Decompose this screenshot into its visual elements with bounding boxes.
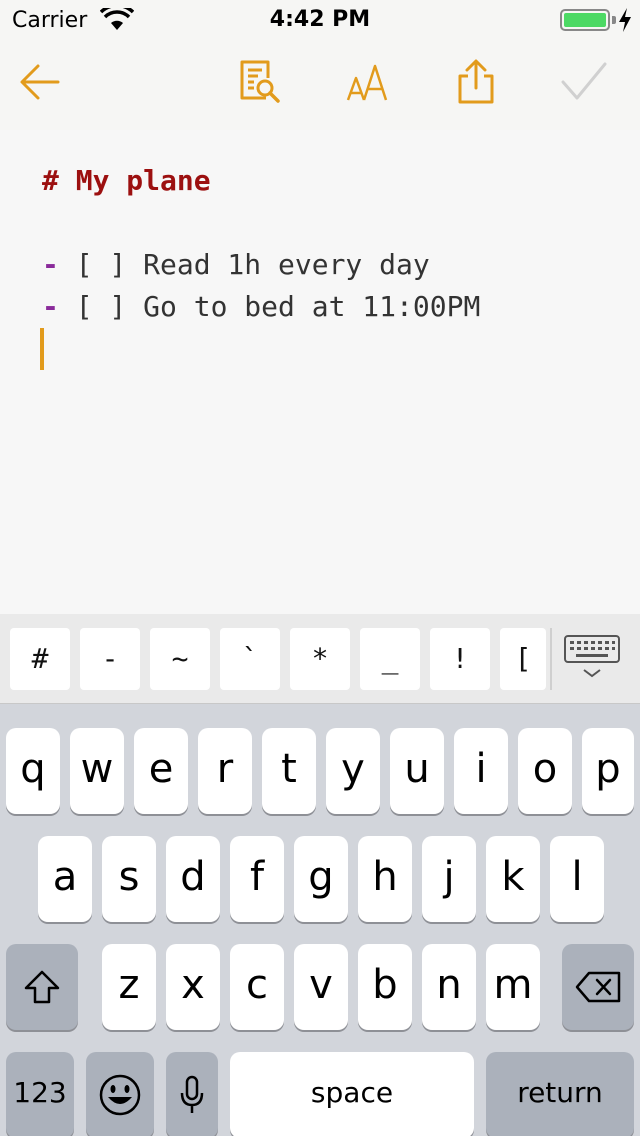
charging-bolt-icon [619, 8, 631, 32]
key-x[interactable]: x [166, 944, 220, 1030]
font-size-icon [346, 64, 388, 101]
numbers-key[interactable]: 123 [6, 1052, 74, 1136]
keyboard-dismiss-icon [564, 635, 620, 678]
key-d[interactable]: d [166, 836, 220, 922]
list-dash: - [42, 248, 59, 281]
insert-backtick-key[interactable]: ` [220, 628, 280, 690]
key-b[interactable]: b [358, 944, 412, 1030]
status-bar: Carrier 4:42 PM [0, 0, 640, 40]
done-button[interactable] [560, 58, 608, 106]
space-key[interactable]: space [230, 1052, 474, 1136]
todo-line: - [ ] Go to bed at 11:00PM [42, 290, 480, 323]
delete-key[interactable] [562, 944, 634, 1030]
key-s[interactable]: s [102, 836, 156, 922]
text-cursor [40, 328, 44, 370]
key-g[interactable]: g [294, 836, 348, 922]
key-w[interactable]: w [70, 728, 124, 814]
battery-cap [612, 16, 616, 24]
delete-icon [575, 971, 621, 1003]
key-m[interactable]: m [486, 944, 540, 1030]
key-u[interactable]: u [390, 728, 444, 814]
key-q[interactable]: q [6, 728, 60, 814]
insert-bracket-key[interactable]: [ [500, 628, 546, 690]
markdown-editor[interactable]: # My plane - [ ] Read 1h every day - [ ]… [0, 130, 640, 614]
share-icon [458, 59, 494, 104]
insert-underscore-key[interactable]: _ [360, 628, 420, 690]
editor-toolbar [0, 40, 640, 130]
insert-tilde-key[interactable]: ~ [150, 628, 210, 690]
microphone-icon [180, 1075, 204, 1113]
key-v[interactable]: v [294, 944, 348, 1030]
key-n[interactable]: n [422, 944, 476, 1030]
insert-hash-key[interactable]: # [10, 628, 70, 690]
key-c[interactable]: c [230, 944, 284, 1030]
shift-key[interactable] [6, 944, 78, 1030]
key-i[interactable]: i [454, 728, 508, 814]
heading-line: # My plane [42, 164, 211, 197]
key-a[interactable]: a [38, 836, 92, 922]
dismiss-keyboard-button[interactable] [562, 634, 622, 682]
share-button[interactable] [452, 58, 500, 106]
find-button[interactable] [236, 58, 284, 106]
return-key[interactable]: return [486, 1052, 634, 1136]
todo-text: [ ] Go to bed at 11:00PM [58, 290, 481, 323]
emoji-icon [99, 1074, 141, 1116]
key-t[interactable]: t [262, 728, 316, 814]
dictation-key[interactable] [166, 1052, 218, 1136]
emoji-key[interactable] [86, 1052, 154, 1136]
back-button[interactable] [16, 58, 64, 106]
key-h[interactable]: h [358, 836, 412, 922]
shift-icon [24, 970, 60, 1004]
key-r[interactable]: r [198, 728, 252, 814]
key-p[interactable]: p [582, 728, 634, 814]
key-o[interactable]: o [518, 728, 572, 814]
document-search-icon [240, 60, 280, 103]
key-l[interactable]: l [550, 836, 604, 922]
todo-text: [ ] Read 1h every day [58, 248, 430, 281]
software-keyboard: q w e r t y u i o p a s d f g h j k l z … [0, 704, 640, 1136]
markdown-accessory-bar: # - ~ ` * _ ! [ [0, 614, 640, 704]
key-j[interactable]: j [422, 836, 476, 922]
arrow-left-icon [20, 64, 60, 100]
font-size-button[interactable] [344, 58, 392, 106]
insert-dash-key[interactable]: - [80, 628, 140, 690]
key-z[interactable]: z [102, 944, 156, 1030]
battery-icon [560, 9, 610, 31]
accessory-divider [550, 628, 552, 690]
list-dash: - [42, 290, 59, 323]
insert-exclamation-key[interactable]: ! [430, 628, 490, 690]
key-y[interactable]: y [326, 728, 380, 814]
todo-line: - [ ] Read 1h every day [42, 248, 430, 281]
key-e[interactable]: e [134, 728, 188, 814]
key-k[interactable]: k [486, 836, 540, 922]
key-f[interactable]: f [230, 836, 284, 922]
insert-asterisk-key[interactable]: * [290, 628, 350, 690]
checkmark-icon [561, 62, 607, 100]
clock: 4:42 PM [269, 7, 371, 32]
